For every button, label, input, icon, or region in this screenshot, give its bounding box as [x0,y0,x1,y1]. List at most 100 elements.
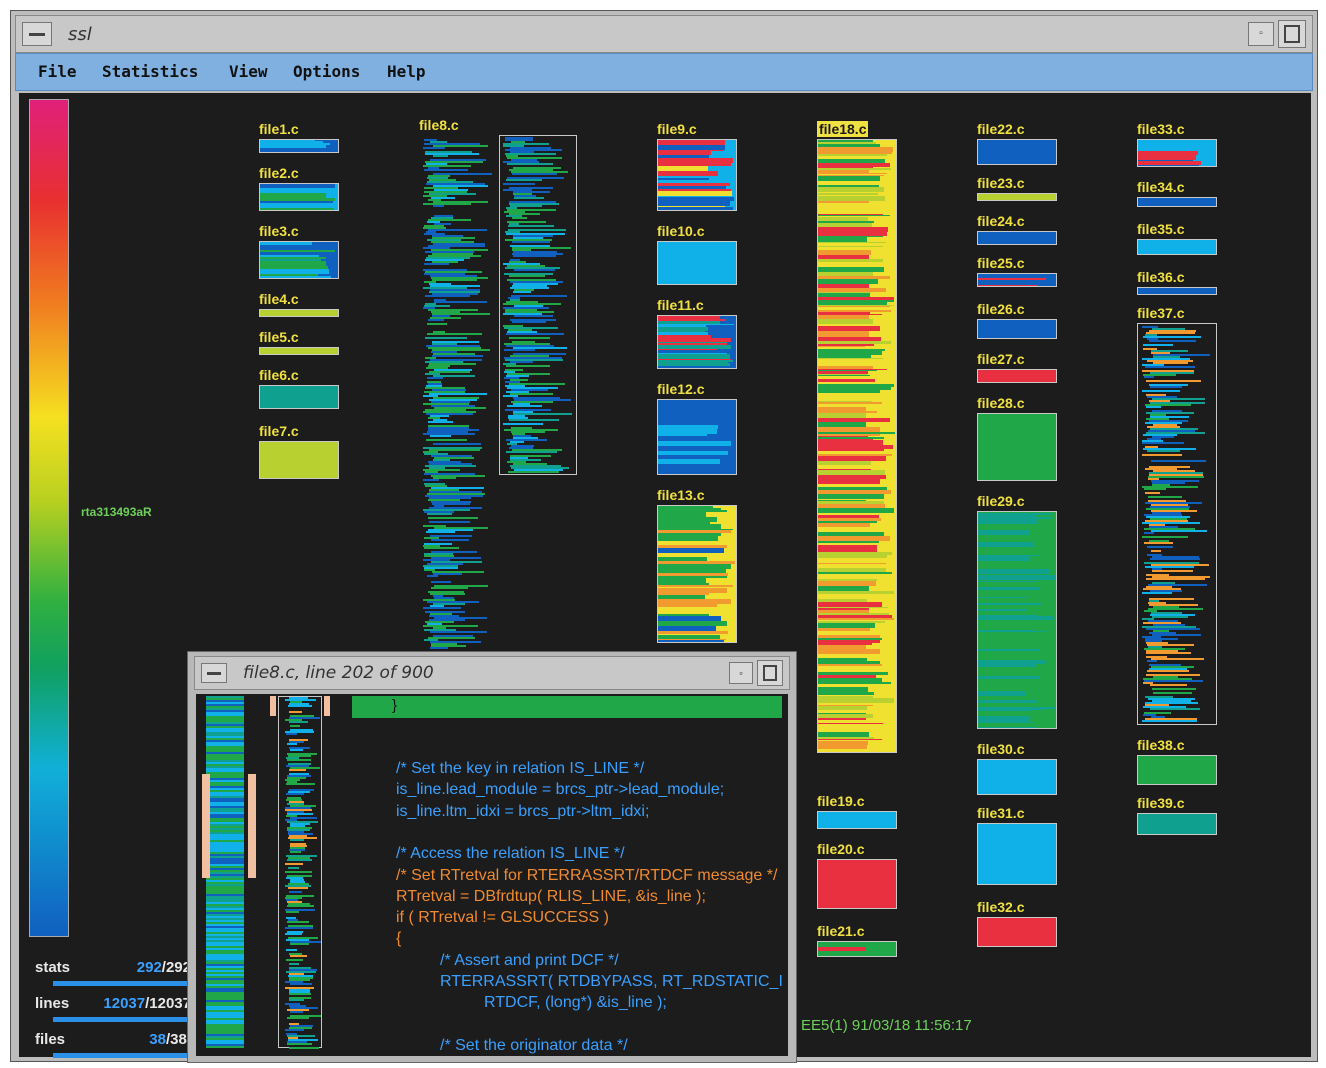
file-line-map[interactable] [1137,813,1217,835]
file-name-label[interactable]: file13.c [657,487,704,503]
file-name-label[interactable]: file21.c [817,923,864,939]
code-line-strip [289,891,302,893]
file-name-label[interactable]: file12.c [657,381,704,397]
file-name-label[interactable]: file1.c [259,121,299,137]
file-line-map[interactable] [977,759,1057,795]
file-name-label[interactable]: file27.c [977,351,1024,367]
mini-overview-column[interactable] [206,696,244,1048]
file-line-map[interactable] [1137,755,1217,785]
file-name-label[interactable]: file7.c [259,423,299,439]
source-code-line: /* Access the relation IS_LINE */ [396,845,625,863]
file-line-map[interactable] [977,369,1057,383]
file-line-map[interactable] [657,241,737,285]
file-line-map[interactable] [259,385,339,409]
file-line-map[interactable] [657,139,737,211]
file-name-label[interactable]: file9.c [657,121,697,137]
file-line-map[interactable] [977,273,1057,287]
file-name-label[interactable]: file26.c [977,301,1024,317]
file-line-map[interactable] [977,231,1057,245]
source-viewer-maximize-button[interactable] [757,660,783,686]
file-line-map[interactable] [1137,197,1217,207]
file-line-map[interactable] [259,139,339,153]
color-scale-legend[interactable] [29,99,69,937]
file-name-label[interactable]: file33.c [1137,121,1184,137]
file-line-map[interactable] [817,941,897,957]
file-name-label[interactable]: file6.c [259,367,299,383]
file-line-map[interactable] [657,399,737,475]
file-name-label[interactable]: file10.c [657,223,704,239]
source-viewer-menu-button[interactable] [201,663,227,683]
minimize-button[interactable]: ▫ [1248,22,1274,46]
stat-bar[interactable] [53,981,193,986]
file-name-label[interactable]: file22.c [977,121,1024,137]
file-name-label[interactable]: file29.c [977,493,1024,509]
file-name-label[interactable]: file38.c [1137,737,1184,753]
stat-bar[interactable] [53,1053,193,1058]
file-line-map[interactable] [1137,239,1217,255]
source-viewer-minimize-button[interactable]: ▫ [729,662,753,684]
file-line-map[interactable] [1137,323,1217,725]
file-name-label[interactable]: file34.c [1137,179,1184,195]
file-name-label[interactable]: file18.c [817,121,869,137]
scroll-position-marker[interactable] [270,696,276,716]
file-line-map[interactable] [977,413,1057,481]
menu-help[interactable]: Help [387,62,426,81]
file-line-map[interactable] [1137,287,1217,295]
file-name-label[interactable]: file8.c [419,117,459,133]
file-name-label[interactable]: file25.c [977,255,1024,271]
file-line-map[interactable] [977,139,1057,165]
code-line-strip [1146,652,1191,654]
file-name-label[interactable]: file3.c [259,223,299,239]
maximize-button[interactable] [1278,20,1306,48]
code-line-strip [432,279,477,281]
file-name-label[interactable]: file20.c [817,841,864,857]
file-name-label[interactable]: file36.c [1137,269,1184,285]
file-line-map[interactable] [977,917,1057,947]
source-viewer-body[interactable]: } /* Set the key in relation IS_LINE */ i… [196,694,788,1056]
menu-view[interactable]: View [229,62,268,81]
file-line-map[interactable] [977,511,1057,729]
file-name-label[interactable]: file32.c [977,899,1024,915]
file-name-label[interactable]: file37.c [1137,305,1184,321]
file-line-map[interactable] [977,319,1057,339]
scroll-position-marker[interactable] [248,774,256,878]
file-line-map[interactable] [419,135,579,651]
file-name-label[interactable]: file2.c [259,165,299,181]
file-line-map[interactable] [977,823,1057,885]
file-name-label[interactable]: file28.c [977,395,1024,411]
file-line-map[interactable] [259,441,339,479]
mini-overview-column[interactable] [278,696,322,1049]
file-name-label[interactable]: file24.c [977,213,1024,229]
file-name-label[interactable]: file23.c [977,175,1024,191]
file-name-label[interactable]: file39.c [1137,795,1184,811]
file-name-label[interactable]: file30.c [977,741,1024,757]
menu-options[interactable]: Options [293,62,360,81]
file-line-map[interactable] [817,139,897,753]
window-menu-button[interactable] [22,22,52,46]
file-line-map[interactable] [259,241,339,279]
file-line-map[interactable] [259,347,339,355]
code-line-strip [1147,546,1173,548]
code-line-strip [506,333,564,335]
file-line-map[interactable] [1137,139,1217,167]
file-line-map[interactable] [657,505,737,643]
menu-statistics[interactable]: Statistics [102,62,198,81]
file-name-label[interactable]: file4.c [259,291,299,307]
file-line-map[interactable] [259,183,339,211]
stat-bar[interactable] [53,1017,193,1022]
file-name-label[interactable]: file5.c [259,329,299,345]
file-name-label[interactable]: file31.c [977,805,1024,821]
file-name-label[interactable]: file11.c [657,297,704,313]
file-overview-canvas[interactable]: rta313493aR stats 292/292 lines 12037/12… [19,93,1311,1063]
file-line-map[interactable] [817,811,897,829]
file-line-map[interactable] [817,859,897,909]
file-line-map[interactable] [977,193,1057,201]
file-line-map[interactable] [259,309,339,317]
file-name-label[interactable]: file35.c [1137,221,1184,237]
file-line-map[interactable] [657,315,737,369]
scroll-position-marker[interactable] [324,696,330,716]
file-name-label[interactable]: file19.c [817,793,864,809]
code-line-strip [285,863,303,865]
menu-file[interactable]: File [38,62,77,81]
scroll-position-marker[interactable] [202,774,210,878]
